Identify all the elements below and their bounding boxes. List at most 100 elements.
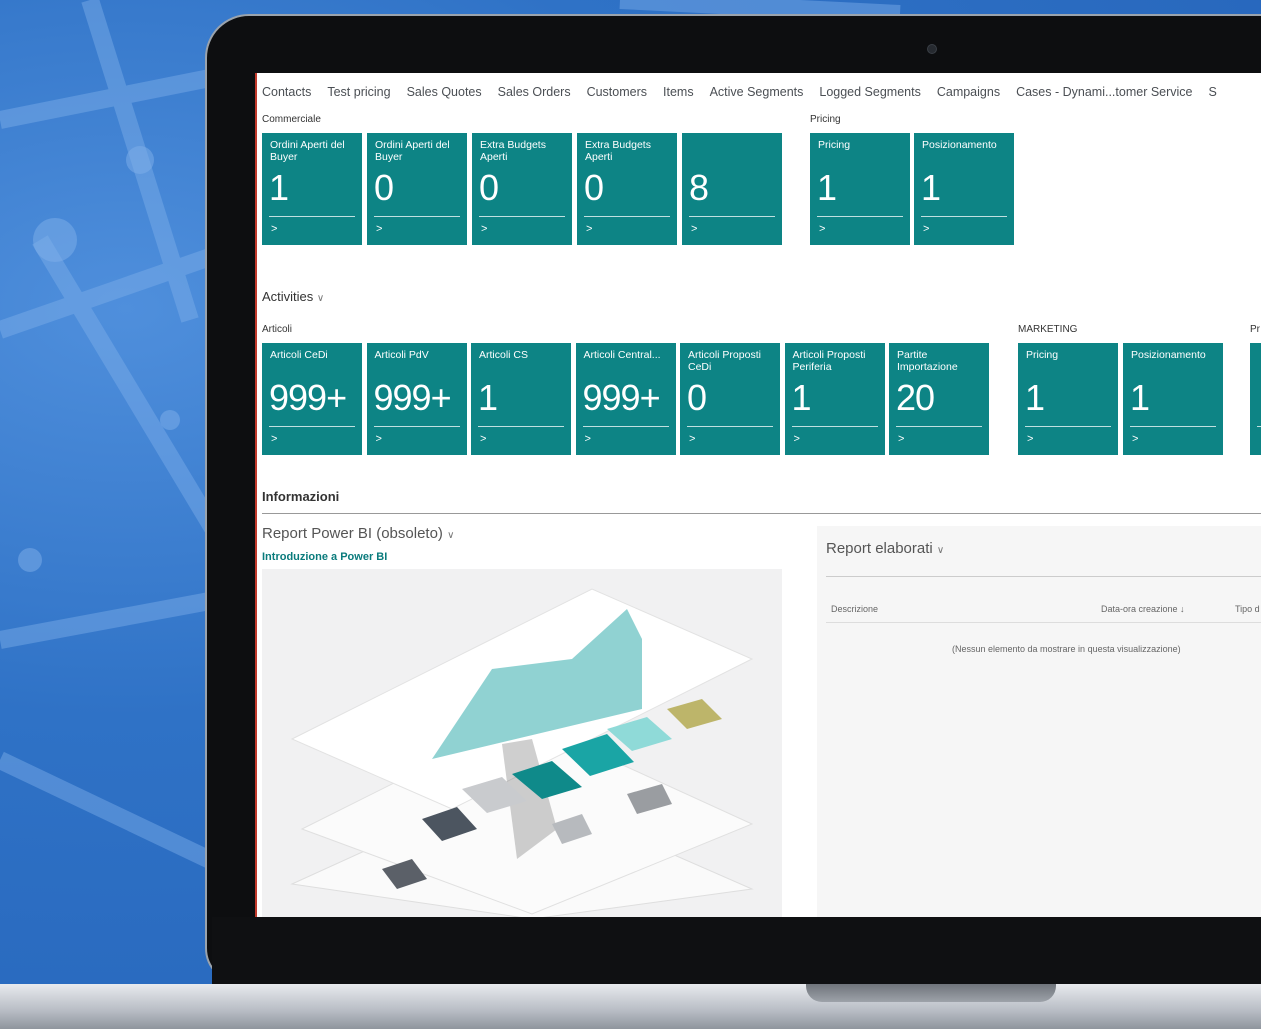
chevron-right-icon: > bbox=[376, 223, 383, 235]
app-screen: Contacts Test pricing Sales Quotes Sales Or… bbox=[255, 73, 1261, 917]
webcam bbox=[927, 44, 937, 54]
commerciale-tile[interactable]: Extra Budgets Aperti 0 > bbox=[577, 133, 677, 245]
activities-label: Activities bbox=[262, 289, 314, 304]
marketing-tile[interactable]: Pricing 1 > bbox=[1018, 343, 1118, 455]
tile-divider bbox=[791, 426, 878, 427]
tile-divider bbox=[582, 426, 669, 427]
tile-divider bbox=[373, 426, 460, 427]
tile-divider bbox=[1130, 426, 1216, 427]
divider bbox=[262, 513, 1261, 514]
commerciale-tile[interactable]: Ordini Aperti del Buyer 1 > bbox=[262, 133, 362, 245]
group-articoli: Articoli bbox=[262, 324, 293, 335]
chevron-down-icon: ∨ bbox=[316, 293, 325, 304]
powerbi-title-text: Report Power BI (obsoleto) bbox=[262, 525, 443, 542]
nav-cases[interactable]: Cases - Dynami...tomer Service bbox=[1016, 85, 1192, 99]
chevron-right-icon: > bbox=[271, 223, 278, 235]
tile-value: 0 bbox=[479, 167, 499, 208]
nav-bar: Contacts Test pricing Sales Quotes Sales Or… bbox=[262, 85, 1233, 99]
activities-heading[interactable]: Activities ∨ bbox=[262, 289, 324, 304]
tile-divider bbox=[479, 216, 565, 217]
articoli-tile[interactable]: Articoli CeDi 999+ > bbox=[262, 343, 362, 455]
powerbi-intro-link[interactable]: Introduzione a Power BI bbox=[262, 551, 387, 563]
tile-value: 999+ bbox=[373, 377, 452, 418]
group-commerciale: Commerciale bbox=[262, 114, 321, 125]
tile-divider bbox=[689, 216, 775, 217]
tile-value: 999+ bbox=[582, 377, 661, 418]
tile-title: Pricing bbox=[1026, 349, 1059, 361]
screen-bezel bbox=[212, 917, 1261, 984]
chevron-right-icon: > bbox=[793, 433, 800, 445]
chevron-down-icon: ∨ bbox=[936, 545, 945, 556]
pricing-tile[interactable]: Pricing 1 > bbox=[810, 133, 910, 245]
nav-customers[interactable]: Customers bbox=[587, 85, 647, 99]
tile-value: 1 bbox=[478, 377, 498, 418]
articoli-tile[interactable]: Partite Importazione 20 > bbox=[889, 343, 989, 455]
tile-title: Articoli Central... bbox=[583, 349, 661, 361]
nav-items[interactable]: Items bbox=[663, 85, 694, 99]
tile-value: 20 bbox=[896, 377, 935, 418]
chevron-right-icon: > bbox=[898, 433, 905, 445]
tile-value: 1 bbox=[921, 167, 941, 208]
chevron-right-icon: > bbox=[691, 223, 698, 235]
articoli-tile[interactable]: Articoli Proposti CeDi 0 > bbox=[680, 343, 780, 455]
tile-value: 999+ bbox=[269, 377, 347, 418]
reports-panel: Report elaborati ∨ Descrizione Data-ora … bbox=[817, 526, 1261, 917]
pricing-tile[interactable]: Posizionamento 1 > bbox=[914, 133, 1014, 245]
reports-title-text: Report elaborati bbox=[826, 540, 933, 557]
tile-value: 1 bbox=[817, 167, 837, 208]
tile-partial[interactable] bbox=[1250, 343, 1261, 455]
articoli-tile[interactable]: Articoli Proposti Periferia 1 > bbox=[784, 343, 885, 455]
articoli-tile[interactable]: Articoli PdV 999+ > bbox=[366, 343, 467, 455]
commerciale-tile[interactable]: Extra Budgets Aperti 0 > bbox=[472, 133, 572, 245]
articoli-tile[interactable]: Articoli CS 1 > bbox=[471, 343, 571, 455]
tile-divider bbox=[269, 426, 355, 427]
tile-title: Articoli CeDi bbox=[270, 349, 328, 361]
group-pr: Pr bbox=[1250, 324, 1260, 335]
nav-campaigns[interactable]: Campaigns bbox=[937, 85, 1000, 99]
nav-sales-quotes[interactable]: Sales Quotes bbox=[407, 85, 482, 99]
chevron-right-icon: > bbox=[923, 223, 930, 235]
commerciale-tile[interactable]: Ordini Aperti del Buyer 0 > bbox=[367, 133, 467, 245]
chevron-right-icon: > bbox=[375, 433, 382, 445]
tile-title: Ordini Aperti del Buyer bbox=[375, 139, 450, 163]
chevron-right-icon: > bbox=[689, 433, 696, 445]
tile-value: 1 bbox=[791, 377, 812, 418]
tile-title: Posizionamento bbox=[1131, 349, 1206, 361]
chevron-right-icon: > bbox=[586, 223, 593, 235]
col-data-creazione[interactable]: Data-ora creazione ↓ bbox=[1101, 604, 1185, 614]
powerbi-illustration bbox=[262, 569, 782, 917]
chevron-right-icon: > bbox=[819, 223, 826, 235]
nav-contacts[interactable]: Contacts bbox=[262, 85, 311, 99]
col-descrizione[interactable]: Descrizione bbox=[831, 604, 878, 614]
nav-active-segments[interactable]: Active Segments bbox=[710, 85, 804, 99]
reports-title[interactable]: Report elaborati ∨ bbox=[826, 540, 944, 557]
chevron-right-icon: > bbox=[1132, 433, 1139, 445]
group-marketing: MARKETING bbox=[1018, 324, 1078, 335]
laptop-notch bbox=[806, 984, 1056, 1002]
tile-divider bbox=[817, 216, 903, 217]
tile-divider bbox=[1257, 426, 1261, 427]
articoli-tile[interactable]: Articoli Central... 999+ > bbox=[575, 343, 676, 455]
nav-logged-segments[interactable]: Logged Segments bbox=[819, 85, 920, 99]
powerbi-illustration-graphic bbox=[290, 588, 754, 917]
chevron-right-icon: > bbox=[1027, 433, 1034, 445]
tile-title: Articoli Proposti CeDi bbox=[688, 349, 761, 373]
tile-value: 8 bbox=[689, 167, 709, 208]
tile-value: 1 bbox=[1130, 377, 1150, 418]
tile-divider bbox=[1025, 426, 1111, 427]
nav-more[interactable]: S bbox=[1209, 85, 1217, 99]
commerciale-tile[interactable]: 8 > bbox=[682, 133, 782, 245]
chevron-down-icon: ∨ bbox=[447, 530, 455, 541]
tile-title: Extra Budgets Aperti bbox=[585, 139, 651, 163]
chevron-right-icon: > bbox=[584, 433, 591, 445]
powerbi-title[interactable]: Report Power BI (obsoleto) ∨ bbox=[262, 525, 454, 542]
tile-value: 1 bbox=[269, 167, 289, 208]
col-tipo[interactable]: Tipo d bbox=[1235, 604, 1260, 614]
tile-value: 1 bbox=[1025, 377, 1045, 418]
nav-test-pricing[interactable]: Test pricing bbox=[327, 85, 390, 99]
tile-value: 0 bbox=[687, 377, 707, 418]
nav-sales-orders[interactable]: Sales Orders bbox=[498, 85, 571, 99]
marketing-tile[interactable]: Posizionamento 1 > bbox=[1123, 343, 1223, 455]
laptop-base bbox=[0, 984, 1261, 1029]
chevron-right-icon: > bbox=[481, 223, 488, 235]
